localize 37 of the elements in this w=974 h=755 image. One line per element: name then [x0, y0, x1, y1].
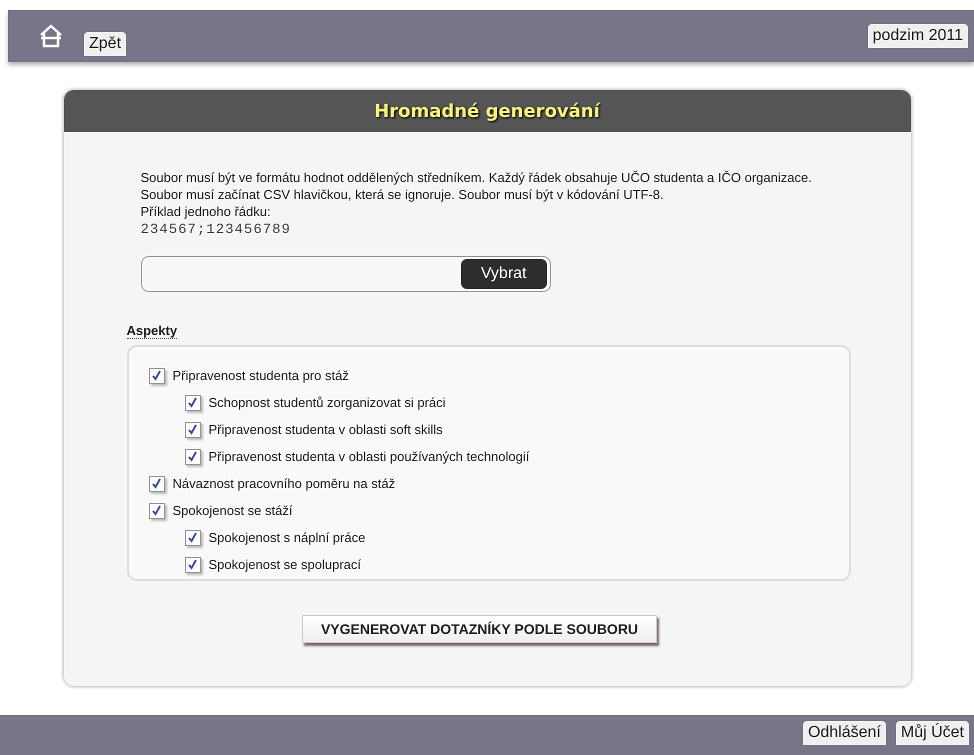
- checkbox[interactable]: [184, 556, 200, 572]
- file-field[interactable]: Vybrat: [140, 256, 550, 292]
- generate-button[interactable]: VYGENEROVAT DOTAZNÍKY PODLE SOUBORU: [302, 615, 658, 643]
- checkmark-icon: [187, 559, 198, 570]
- checkbox[interactable]: [184, 422, 200, 438]
- checkbox-row[interactable]: Spokojenost s náplní práce: [184, 524, 828, 551]
- semester-button[interactable]: podzim 2011: [868, 24, 968, 48]
- account-button[interactable]: Odhlášení: [802, 721, 886, 745]
- checkmark-icon: [187, 451, 198, 462]
- checkbox-row[interactable]: Připravenost studenta v oblasti používaných technologií: [184, 443, 828, 470]
- checkbox-row[interactable]: Návaznost pracovního poměru na stáž: [148, 470, 828, 497]
- checkbox-row[interactable]: Spokojenost se spoluprací: [184, 551, 828, 578]
- checkbox-row[interactable]: Připravenost studenta pro stáž: [148, 362, 828, 389]
- account-button[interactable]: Můj Účet: [896, 721, 969, 745]
- checkmark-icon: [187, 532, 198, 543]
- example-text: 234567;123456789: [140, 222, 292, 238]
- checkbox[interactable]: [184, 448, 200, 464]
- example-label: Příklad jednoho řádku:: [140, 203, 272, 220]
- checkbox[interactable]: [184, 394, 200, 410]
- checkbox-row[interactable]: Připravenost studenta v oblasti soft skills: [184, 416, 828, 443]
- checkbox-row[interactable]: Spokojenost se stáží: [148, 497, 828, 524]
- checkmark-icon: [151, 370, 162, 381]
- checkmark-icon: [187, 397, 198, 408]
- instructions-text: Soubor musí být ve formátu hodnot oddělených středníkem. Každý řádek obsahuje UČO studenta a IČO organizace. Soubor musí začínat CSV hlavičkou, která se ignoruje. Soubor musí být v kódování UTF-8.: [140, 169, 813, 203]
- panel-title: Hromadné generování: [374, 100, 600, 122]
- checkmark-icon: [187, 424, 198, 435]
- aspects-heading: Aspekty: [126, 323, 178, 339]
- checkmark-icon: [151, 478, 162, 489]
- checkmark-icon: [151, 505, 162, 516]
- back-button[interactable]: Zpět: [84, 32, 126, 56]
- choose-file-button[interactable]: Vybrat: [460, 259, 546, 289]
- home-icon[interactable]: [38, 23, 64, 49]
- checkbox[interactable]: [148, 476, 164, 492]
- checkbox-row[interactable]: Schopnost studentů zorganizovat si práci: [184, 389, 828, 416]
- checkbox[interactable]: [184, 530, 200, 546]
- checkbox[interactable]: [148, 368, 164, 384]
- checkbox[interactable]: [148, 502, 164, 518]
